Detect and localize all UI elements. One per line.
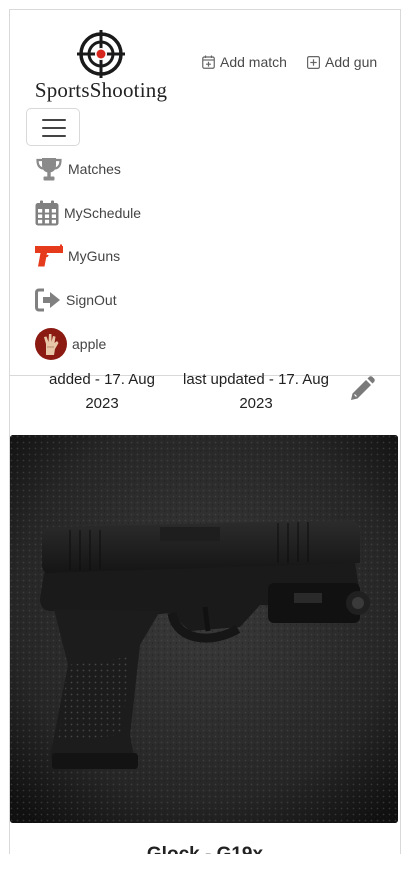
crosshair-icon [77,30,125,78]
sign-out-icon [34,285,62,315]
gun-title: Glock - G19x [10,844,400,854]
pistol-icon [34,241,64,271]
add-match-button[interactable]: Add match [202,54,287,70]
edit-gun-button[interactable] [347,376,375,409]
avatar [34,327,68,361]
nav-label: SignOut [66,292,117,308]
nav-item-matches[interactable]: Matches [34,154,121,184]
trophy-icon [34,154,64,184]
nav-item-signout[interactable]: SignOut [34,285,117,315]
nav-label: MySchedule [64,205,142,221]
nav-item-myguns[interactable]: MyGuns [34,241,120,271]
hamburger-icon [42,119,66,121]
app-frame: SportsShooting Add match Add gun Matches… [9,9,401,854]
add-match-label: Add match [220,54,287,70]
brand-logo[interactable]: SportsShooting [34,30,168,110]
brand-name: SportsShooting [34,78,168,102]
nav-label: apple [72,336,107,352]
gun-photo [10,435,398,823]
pistol-image [10,435,398,823]
added-date: added - 17. Aug 2023 [49,371,155,412]
nav-item-myschedule[interactable]: MySchedule [34,198,141,228]
add-gun-label: Add gun [325,54,378,70]
nav-item-profile[interactable]: apple [34,327,107,361]
menu-toggle-button[interactable] [26,108,80,146]
nav-label: MyGuns [68,248,121,264]
add-gun-button[interactable]: Add gun [307,54,377,70]
updated-date: last updated - 17. Aug 2023 [183,371,329,412]
calendar-plus-icon [202,55,215,69]
plus-square-icon [307,55,320,69]
calendar-icon [34,198,60,228]
nav-label: Matches [68,161,121,177]
pencil-icon [351,376,375,400]
